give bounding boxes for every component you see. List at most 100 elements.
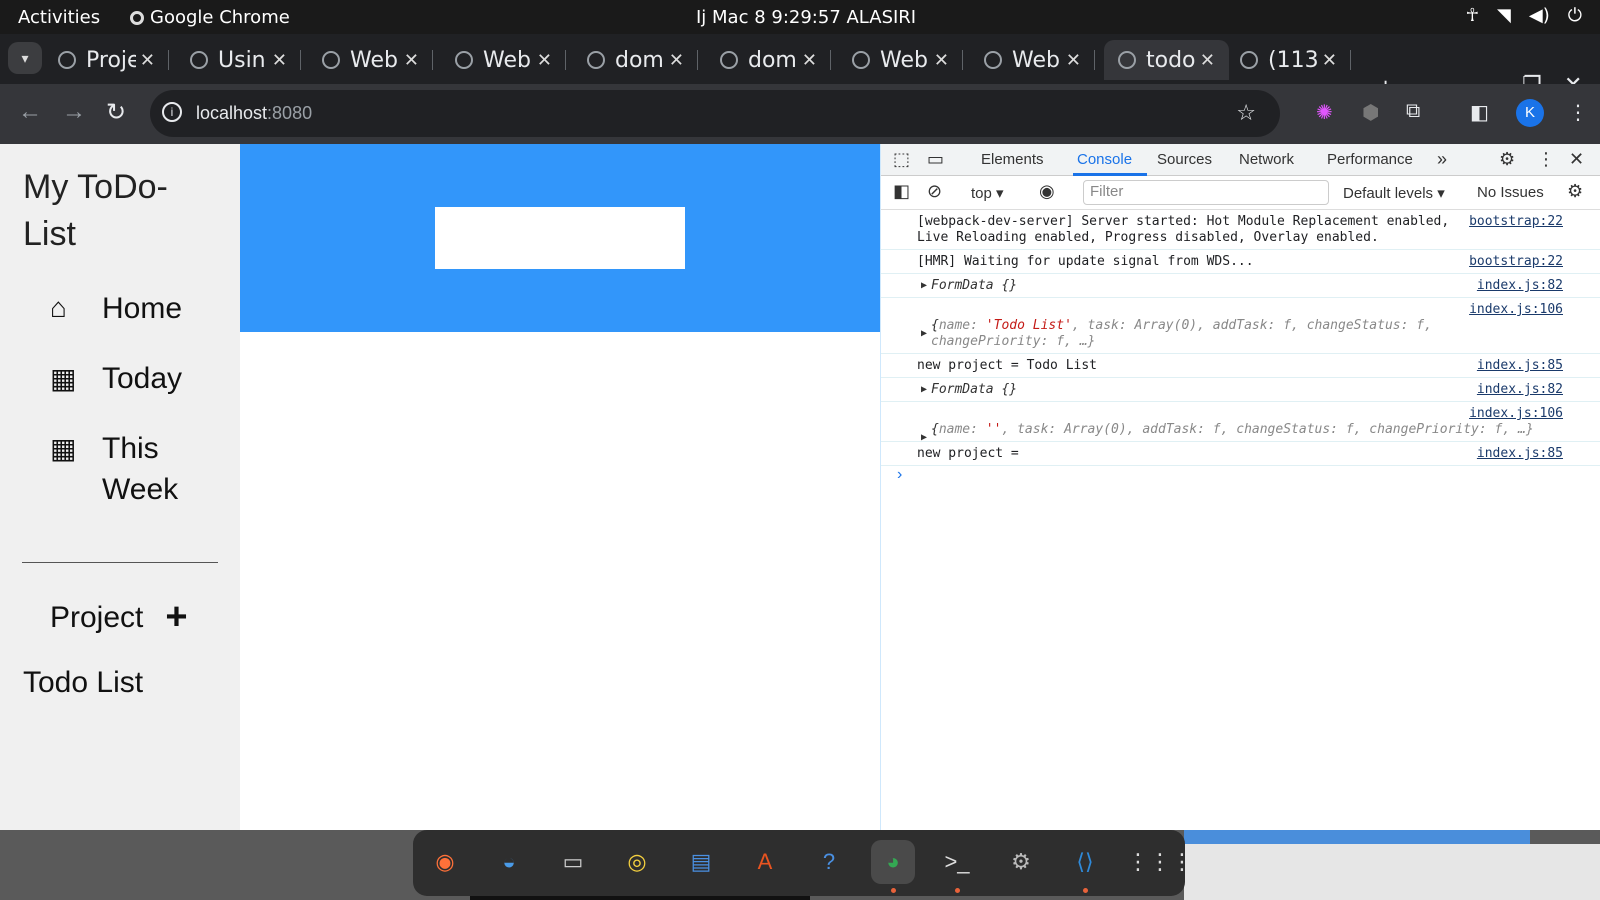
chrome-menu-icon[interactable]: ⋮ bbox=[1568, 100, 1588, 125]
expand-triangle-icon[interactable]: ▶ bbox=[921, 326, 927, 342]
expand-triangle-icon[interactable]: ▶ bbox=[921, 278, 927, 294]
browser-tab[interactable]: Web ✕ bbox=[970, 40, 1095, 80]
source-link[interactable]: index.js:82 bbox=[1477, 382, 1563, 398]
rhythmbox-icon[interactable]: ◎ bbox=[615, 840, 659, 884]
tab-network[interactable]: Network bbox=[1239, 151, 1294, 168]
writer-icon[interactable]: ▤ bbox=[679, 840, 723, 884]
tab-elements[interactable]: Elements bbox=[981, 151, 1044, 168]
clock[interactable]: Ij Mac 8 9:29:57 ALASIRI bbox=[696, 7, 916, 28]
source-link[interactable]: index.js:85 bbox=[1477, 446, 1563, 462]
close-tab-icon[interactable]: ✕ bbox=[1200, 50, 1215, 71]
power-icon[interactable]: ⏻ bbox=[1568, 5, 1582, 26]
help-icon[interactable]: ? bbox=[807, 840, 851, 884]
volume-icon[interactable]: ◀) bbox=[1529, 5, 1550, 26]
console-settings-icon[interactable]: ⚙ bbox=[1567, 181, 1583, 202]
firefox-icon[interactable]: ◉ bbox=[423, 840, 467, 884]
tab-performance[interactable]: Performance bbox=[1327, 151, 1413, 168]
browser-tab[interactable]: dom ✕ bbox=[573, 40, 698, 80]
close-tab-icon[interactable]: ✕ bbox=[272, 50, 287, 71]
wifi-icon[interactable]: ◥ bbox=[1497, 5, 1511, 26]
log-levels-dropdown[interactable]: Default levels ▾ bbox=[1343, 184, 1445, 202]
tab-search-button[interactable]: ▾ bbox=[8, 42, 42, 74]
source-link[interactable]: bootstrap:22 bbox=[1469, 214, 1563, 230]
source-link[interactable]: index.js:106 bbox=[1469, 302, 1563, 318]
extension-icon[interactable]: ⬢ bbox=[1362, 100, 1379, 125]
close-tab-icon[interactable]: ✕ bbox=[934, 50, 949, 71]
tab-console[interactable]: Console bbox=[1077, 151, 1132, 168]
expand-triangle-icon[interactable]: ▶ bbox=[921, 382, 927, 398]
kebab-menu-icon[interactable]: ⋮ bbox=[1537, 149, 1555, 170]
tab-sources[interactable]: Sources bbox=[1157, 151, 1212, 168]
bookmark-star-icon[interactable]: ☆ bbox=[1236, 100, 1256, 126]
accessibility-icon[interactable]: ☥ bbox=[1466, 5, 1479, 26]
eye-icon[interactable]: ◉ bbox=[1039, 181, 1055, 202]
sidebar-item-this-week[interactable]: ▦ This Week bbox=[50, 432, 192, 510]
issues-counter[interactable]: No Issues bbox=[1477, 184, 1544, 201]
vscode-icon[interactable]: ⟨⟩ bbox=[1063, 840, 1107, 884]
terminal-icon[interactable]: >_ bbox=[935, 840, 979, 884]
activities-button[interactable]: Activities bbox=[18, 7, 100, 28]
project-item-todo-list[interactable]: Todo List bbox=[23, 666, 143, 700]
url-text[interactable]: localhost:8080 bbox=[196, 103, 312, 124]
browser-tab[interactable]: (113 ✕ bbox=[1226, 40, 1351, 80]
source-link[interactable]: index.js:106 bbox=[1469, 406, 1563, 422]
browser-tab[interactable]: Web ✕ bbox=[441, 40, 566, 80]
browser-tab[interactable]: Web ✕ bbox=[838, 40, 963, 80]
clear-console-icon[interactable]: ⊘ bbox=[927, 181, 942, 202]
sidebar-item-today[interactable]: ▦ Today bbox=[50, 362, 182, 396]
close-tab-icon[interactable]: ✕ bbox=[1322, 50, 1337, 71]
close-tab-icon[interactable]: ✕ bbox=[1066, 50, 1081, 71]
source-link[interactable]: index.js:85 bbox=[1477, 358, 1563, 374]
address-bar[interactable]: i localhost:8080 ☆ bbox=[150, 90, 1280, 137]
filter-input[interactable]: Filter bbox=[1083, 180, 1329, 205]
forward-button[interactable]: → bbox=[62, 98, 86, 126]
browser-tab[interactable]: Usin ✕ bbox=[176, 40, 301, 80]
console-input-line[interactable]: › bbox=[881, 466, 1600, 490]
more-tabs-icon[interactable]: » bbox=[1437, 149, 1447, 170]
system-tray[interactable]: ☥ ◥ ◀) ⏻ bbox=[1466, 5, 1582, 26]
gear-icon[interactable]: ⚙ bbox=[1499, 149, 1515, 170]
reload-button[interactable]: ↻ bbox=[106, 98, 126, 127]
source-link[interactable]: bootstrap:22 bbox=[1469, 254, 1563, 270]
app-grid-icon[interactable]: ⋮⋮⋮ bbox=[1127, 840, 1193, 884]
close-icon[interactable]: ✕ bbox=[1569, 149, 1584, 170]
header-input-box[interactable] bbox=[435, 207, 685, 269]
color-extension-icon[interactable]: ✺ bbox=[1316, 100, 1333, 125]
browser-tab[interactable]: Web ✕ bbox=[308, 40, 433, 80]
browser-tab[interactable]: dom ✕ bbox=[706, 40, 831, 80]
source-link[interactable]: index.js:82 bbox=[1477, 278, 1563, 294]
site-info-icon[interactable]: i bbox=[162, 102, 182, 122]
add-project-button[interactable]: + bbox=[165, 596, 187, 639]
close-tab-icon[interactable]: ✕ bbox=[537, 50, 552, 71]
device-toolbar-icon[interactable]: ▭ bbox=[927, 149, 944, 170]
app-menu[interactable]: Google Chrome bbox=[130, 7, 290, 28]
thunderbird-icon[interactable]: ◒ bbox=[487, 840, 531, 884]
sidebar-item-home[interactable]: ⌂ Home bbox=[50, 292, 182, 326]
close-tab-icon[interactable]: ✕ bbox=[404, 50, 419, 71]
close-tab-icon[interactable]: ✕ bbox=[802, 50, 817, 71]
context-selector[interactable]: top ▾ bbox=[971, 184, 1004, 202]
inspect-element-icon[interactable]: ⬚ bbox=[893, 149, 910, 170]
console-message[interactable]: bootstrap:22 [webpack-dev-server] Server … bbox=[881, 210, 1600, 250]
close-tab-icon[interactable]: ✕ bbox=[140, 50, 155, 71]
settings-icon[interactable]: ⚙ bbox=[999, 840, 1043, 884]
side-panel-icon[interactable]: ◧ bbox=[1470, 100, 1489, 125]
console-message[interactable]: bootstrap:22 [HMR] Waiting for update sig… bbox=[881, 250, 1600, 274]
browser-tab[interactable]: Proje ✕ bbox=[44, 40, 169, 80]
console-message[interactable]: index.js:106 ▶ {name: '', task: Array(0), … bbox=[881, 402, 1600, 443]
sidebar-toggle-icon[interactable]: ◧ bbox=[893, 181, 910, 202]
console-message[interactable]: index.js:82 ▶ FormData {} bbox=[881, 378, 1600, 402]
files-icon[interactable]: ▭ bbox=[551, 840, 595, 884]
console-prompt[interactable]: › bbox=[897, 466, 902, 484]
puzzle-extensions-icon[interactable]: ⧉ bbox=[1406, 100, 1420, 123]
chrome-dock-icon[interactable]: ◕ bbox=[871, 840, 915, 884]
browser-tab[interactable]: todo ✕ bbox=[1104, 40, 1229, 80]
close-tab-icon[interactable]: ✕ bbox=[669, 50, 684, 71]
back-button[interactable]: ← bbox=[18, 98, 42, 126]
profile-avatar[interactable]: K bbox=[1516, 99, 1544, 127]
console-message[interactable]: index.js:106 ▶ {name: 'Todo List', task: A… bbox=[881, 298, 1600, 354]
console-message[interactable]: index.js:82 ▶ FormData {} bbox=[881, 274, 1600, 298]
app-center-icon[interactable]: A bbox=[743, 840, 787, 884]
console-message[interactable]: index.js:85 new project = Todo List bbox=[881, 354, 1600, 378]
console-message[interactable]: index.js:85 new project = bbox=[881, 442, 1600, 466]
